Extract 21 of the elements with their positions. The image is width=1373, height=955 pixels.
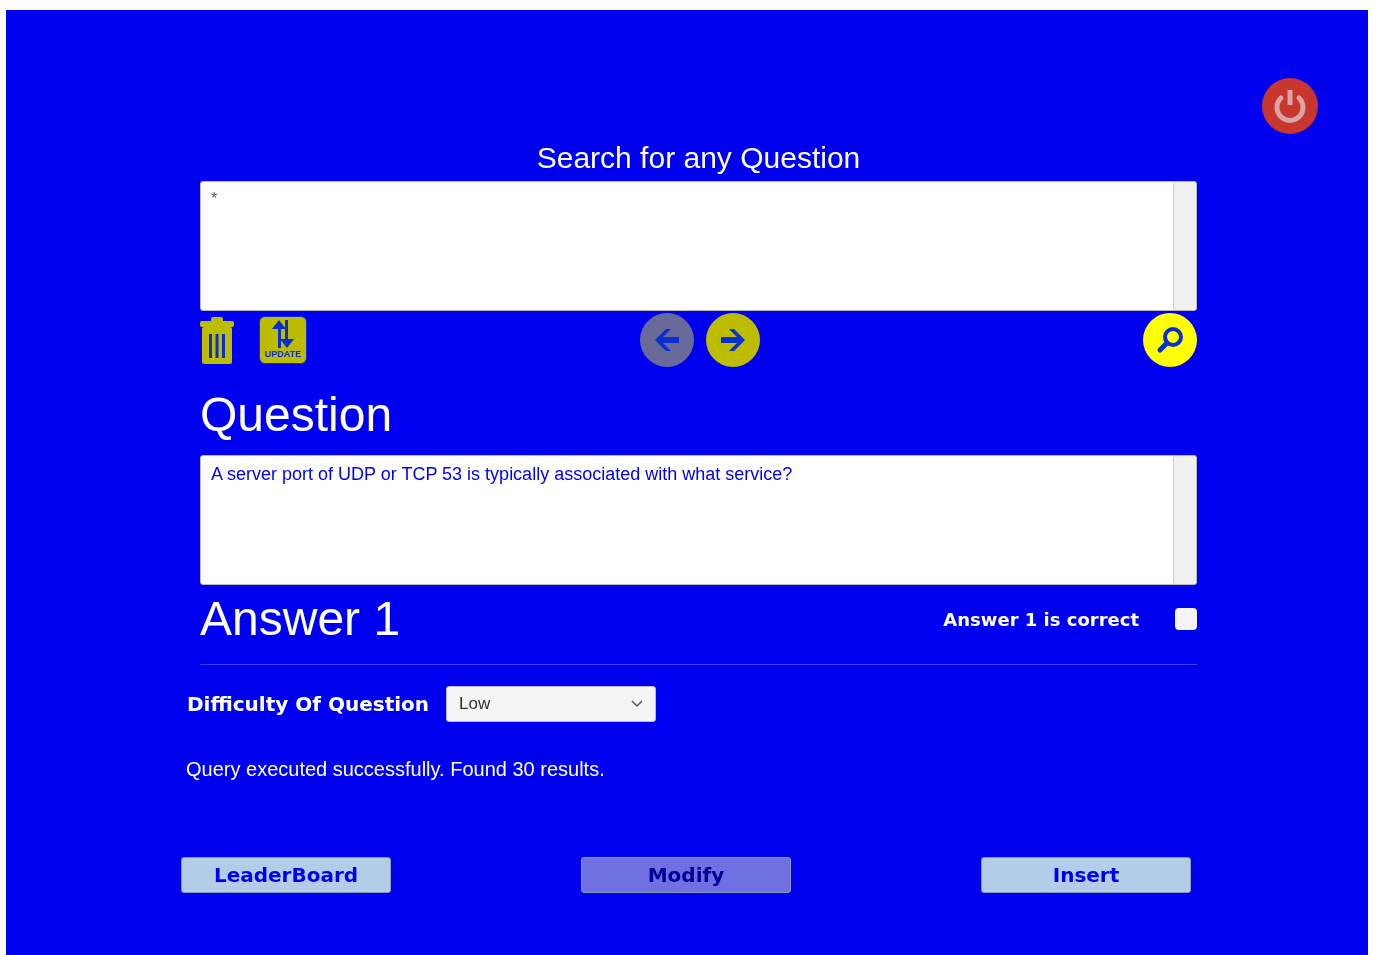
- correct-checkbox[interactable]: [1175, 608, 1197, 630]
- correct-label: Answer 1 is correct: [943, 608, 1139, 630]
- search-title: Search for any Question: [535, 140, 862, 176]
- chevron-down-icon: [631, 700, 644, 708]
- question-field[interactable]: A server port of UDP or TCP 53 is typically associated with what service?: [200, 455, 1197, 585]
- difficulty-dropdown[interactable]: Low: [446, 686, 657, 722]
- difficulty-label: Difficulty Of Question: [187, 692, 430, 716]
- search-field[interactable]: *: [200, 181, 1197, 311]
- action-button[interactable]: LeaderBoard: [181, 857, 391, 893]
- power-button[interactable]: [1262, 78, 1318, 134]
- status-message: Query executed successfully. Found 30 results.: [186, 758, 606, 781]
- delete-button[interactable]: [200, 316, 234, 364]
- power-icon: [1262, 78, 1318, 134]
- action-button[interactable]: Insert: [981, 857, 1191, 893]
- search-icon: [1155, 325, 1185, 355]
- question-heading: Question: [200, 387, 394, 443]
- trash-icon: [200, 316, 234, 364]
- search-button[interactable]: [1143, 313, 1197, 367]
- update-button[interactable]: UPDATE: [259, 316, 307, 364]
- next-button[interactable]: [706, 313, 760, 367]
- answer-heading: Answer 1: [200, 591, 401, 647]
